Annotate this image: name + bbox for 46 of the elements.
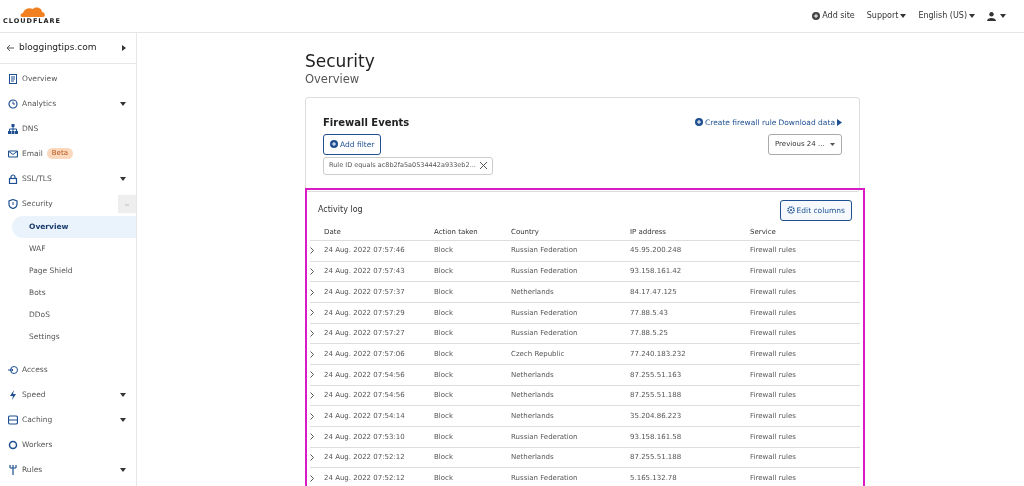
expand-chevron-icon[interactable] xyxy=(310,330,314,337)
ring-icon xyxy=(8,439,18,450)
caret-icon[interactable] xyxy=(122,45,126,51)
user-icon xyxy=(987,11,996,21)
expand-chevron-icon[interactable] xyxy=(310,247,314,255)
expand-chevron-icon[interactable] xyxy=(310,433,314,441)
expand-chevron-icon[interactable] xyxy=(310,288,314,296)
user-menu[interactable] xyxy=(987,11,1006,21)
clock-icon xyxy=(8,98,18,109)
header-menu[interactable]: Support xyxy=(866,10,907,22)
gear-icon xyxy=(786,206,795,215)
add-site-link[interactable]: Add site xyxy=(812,10,855,22)
caret-icon xyxy=(837,118,842,126)
expand-chevron-icon[interactable] xyxy=(310,412,314,420)
expand-chevron-icon[interactable] xyxy=(310,309,314,317)
back-arrow-icon[interactable] xyxy=(6,44,15,52)
page-subtitle: Overview xyxy=(305,71,361,89)
server-icon xyxy=(8,414,18,425)
sitemap-icon xyxy=(8,123,18,134)
caret-icon xyxy=(969,14,975,18)
fork-icon xyxy=(8,464,18,475)
expand-chevron-icon[interactable] xyxy=(310,392,314,400)
cloud-icon xyxy=(18,5,46,17)
expand-chevron-icon[interactable] xyxy=(310,474,314,482)
section-title: Activity log xyxy=(318,204,363,217)
shield-icon xyxy=(8,198,18,209)
document-icon xyxy=(8,73,18,84)
plus-circle-icon xyxy=(812,12,821,20)
site-name[interactable]: bloggingtips.com xyxy=(19,41,118,55)
lightning-icon xyxy=(8,389,18,400)
card-title: Firewall Events xyxy=(323,115,410,130)
sign-in-icon xyxy=(8,364,18,375)
caret-icon xyxy=(900,14,907,18)
caret-icon xyxy=(1000,14,1006,18)
close-icon[interactable] xyxy=(479,162,487,170)
expand-chevron-icon[interactable] xyxy=(310,350,314,358)
envelope-icon xyxy=(8,148,18,159)
expand-chevron-icon[interactable] xyxy=(310,371,314,379)
caret-icon xyxy=(830,142,835,146)
plus-circle-icon xyxy=(695,118,704,127)
page-title: Security xyxy=(305,51,376,72)
plus-circle-icon xyxy=(330,140,338,149)
lock-icon xyxy=(8,173,18,184)
expand-chevron-icon[interactable] xyxy=(310,454,314,462)
header-menu[interactable]: English (US) xyxy=(918,10,975,22)
expand-chevron-icon[interactable] xyxy=(310,267,314,275)
